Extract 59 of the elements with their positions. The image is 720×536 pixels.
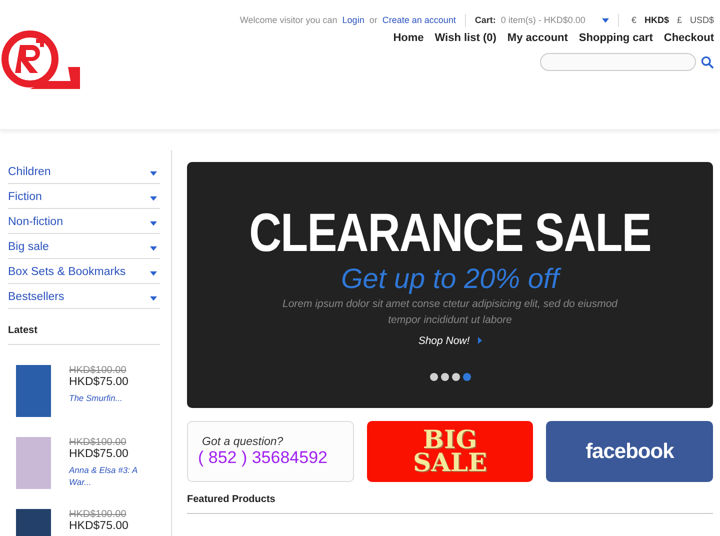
caret-icon[interactable] [150,171,157,176]
slider-dot[interactable] [440,372,448,380]
old-price: HKD$100.00 [69,365,128,376]
latest-heading: Latest [8,325,160,345]
login-link[interactable]: Login [342,15,364,25]
cart-label: Cart: [474,15,496,25]
slider-dot[interactable] [462,372,470,380]
category-label[interactable]: Big sale [8,241,49,253]
currency-link[interactable]: € [631,15,636,25]
caret-icon[interactable] [150,221,157,226]
category-item[interactable]: Children [8,160,160,184]
nav-link[interactable]: Shopping cart [578,32,653,44]
nav-link[interactable]: Home [393,32,424,44]
nav-link[interactable]: My account [507,32,568,44]
arrow-icon[interactable] [478,337,482,344]
book-title-link[interactable]: Anna & Elsa #3: A War... [69,465,139,489]
currency-link[interactable]: HKD$ [644,15,669,25]
slider-dot[interactable] [430,372,438,380]
category-item[interactable]: Fiction [8,185,160,209]
nav-link[interactable]: Checkout [664,32,714,44]
category-label[interactable]: Bestsellers [8,291,64,303]
category-item[interactable]: Big sale [8,235,160,259]
cart-summary[interactable]: 0 item(s) - HKD$0.00 [500,15,586,25]
caret-icon[interactable] [150,271,157,276]
search-field[interactable] [540,53,696,71]
slider-title: CLEARANCE SALE [249,206,651,260]
nav-link[interactable]: Wish list (0) [434,32,496,44]
category-label[interactable]: Children [8,166,51,178]
book-title-link[interactable]: The Smurfin... [69,393,139,405]
contact-banner[interactable]: Got a question? ( 852 ) 35684592 [187,421,354,482]
old-price: HKD$100.00 [69,509,128,520]
category-item[interactable]: Non-fiction [8,210,160,234]
or-text: or [369,15,378,25]
question-text: Got a question? [202,436,284,448]
price: HKD$75.00 [69,448,130,460]
create-account-link[interactable]: Create an account [382,15,456,25]
old-price: HKD$100.00 [69,437,128,448]
category-label[interactable]: Non-fiction [8,216,63,228]
slider-dot[interactable] [452,372,460,380]
currency-link[interactable]: £ [676,15,682,25]
category-label[interactable]: Fiction [8,191,42,203]
caret-icon[interactable] [150,246,157,251]
caret-icon[interactable] [602,18,610,22]
phone-number: ( 852 ) 35684592 [198,448,328,468]
shop-now-link[interactable]: Shop Now! [418,334,470,346]
slider-subtitle: Get up to 20% off [341,263,559,295]
search-icon[interactable] [701,56,714,68]
caret-icon[interactable] [150,296,157,301]
welcome-text: Welcome visitor you can [240,15,338,25]
currency-link[interactable]: USD$ [690,15,714,25]
slider-text: Lorem ipsum dolor sit amet conse ctetur adipisicing elit, sed do eiusmod tempor incididunt ut labore [282,297,619,328]
price: HKD$75.00 [69,376,130,388]
category-item[interactable]: Box Sets & Bookmarks [8,260,160,284]
category-item[interactable]: Bestsellers [8,285,160,309]
featured-heading: Featured Products [187,494,713,514]
facebook-banner[interactable]: facebook [546,421,713,482]
category-label[interactable]: Box Sets & Bookmarks [8,266,126,278]
price: HKD$75.00 [69,520,130,532]
caret-icon[interactable] [150,196,157,201]
